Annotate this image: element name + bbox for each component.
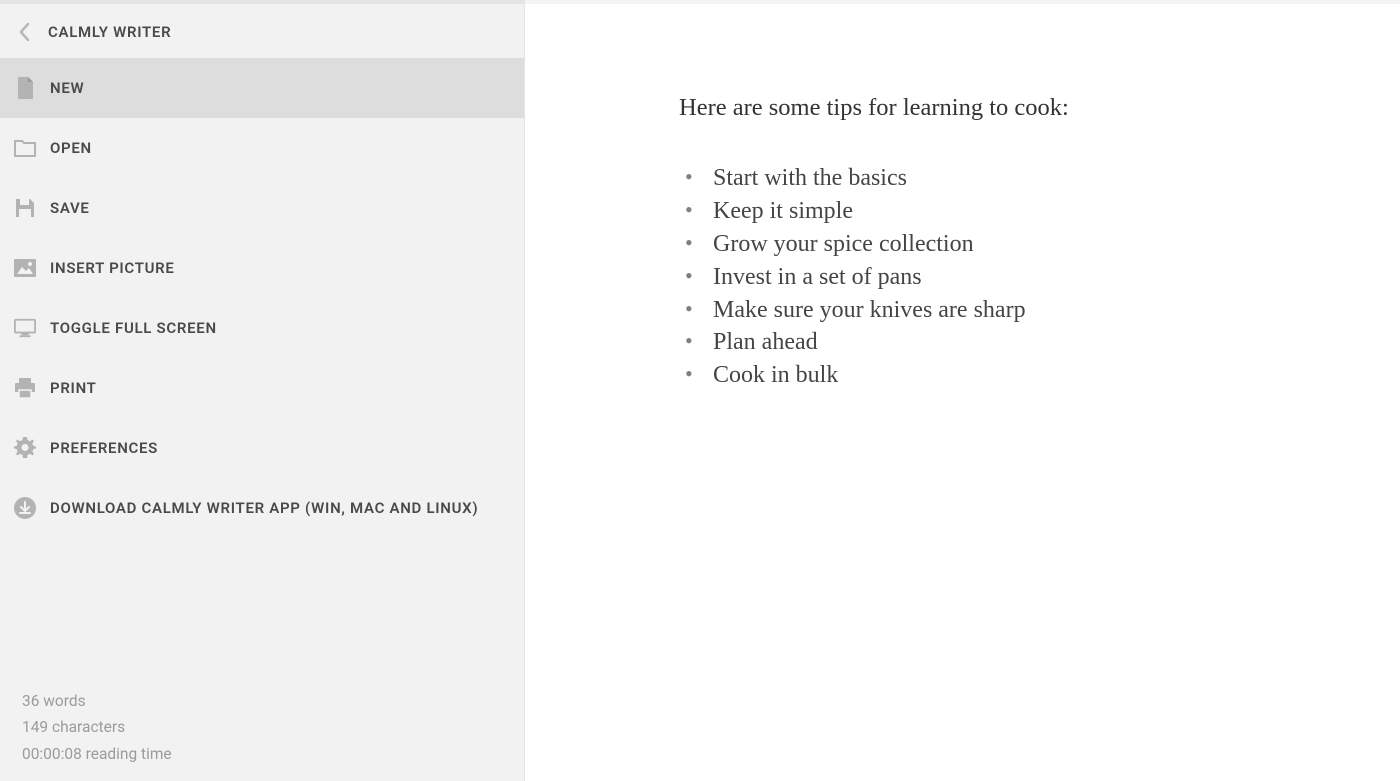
printer-icon <box>14 377 36 399</box>
menu-label: NEW <box>50 79 84 97</box>
folder-icon <box>14 137 36 159</box>
menu-label: PRINT <box>50 379 97 397</box>
menu-item-toggle-fullscreen[interactable]: TOGGLE FULL SCREEN <box>0 298 524 358</box>
document-list: Start with the basics Keep it simple Gro… <box>679 162 1340 392</box>
document-heading: Here are some tips for learning to cook: <box>679 94 1340 122</box>
content-area[interactable]: Here are some tips for learning to cook:… <box>525 0 1400 781</box>
list-item: Grow your spice collection <box>679 228 1340 261</box>
menu-label: SAVE <box>50 199 90 217</box>
stat-words: 36 words <box>22 688 502 714</box>
menu-item-new[interactable]: NEW <box>0 58 524 118</box>
list-item: Invest in a set of pans <box>679 261 1340 294</box>
menu-item-preferences[interactable]: PREFERENCES <box>0 418 524 478</box>
list-item: Start with the basics <box>679 162 1340 195</box>
menu-label: DOWNLOAD CALMLY WRITER APP (WIN, MAC AND… <box>50 499 478 517</box>
menu-item-print[interactable]: PRINT <box>0 358 524 418</box>
menu-item-download-app[interactable]: DOWNLOAD CALMLY WRITER APP (WIN, MAC AND… <box>0 478 524 538</box>
image-icon <box>14 257 36 279</box>
list-item: Make sure your knives are sharp <box>679 294 1340 327</box>
menu-label: TOGGLE FULL SCREEN <box>50 319 217 337</box>
file-icon <box>14 77 36 99</box>
stat-reading-time: 00:00:08 reading time <box>22 741 502 767</box>
list-item: Keep it simple <box>679 195 1340 228</box>
sidebar: CALMLY WRITER NEW OPEN <box>0 0 525 781</box>
gear-icon <box>14 437 36 459</box>
list-item: Plan ahead <box>679 326 1340 359</box>
save-icon <box>14 197 36 219</box>
menu-item-open[interactable]: OPEN <box>0 118 524 178</box>
sidebar-header: CALMLY WRITER <box>0 4 524 58</box>
download-icon <box>14 497 36 519</box>
menu-label: INSERT PICTURE <box>50 259 175 277</box>
list-item: Cook in bulk <box>679 359 1340 392</box>
menu-label: OPEN <box>50 139 92 157</box>
menu-item-save[interactable]: SAVE <box>0 178 524 238</box>
menu-label: PREFERENCES <box>50 439 158 457</box>
menu-list: NEW OPEN SAVE <box>0 58 524 676</box>
back-chevron-icon[interactable] <box>14 22 34 42</box>
stat-characters: 149 characters <box>22 714 502 740</box>
sidebar-stats: 36 words 149 characters 00:00:08 reading… <box>0 676 524 781</box>
app-title: CALMLY WRITER <box>48 23 171 41</box>
monitor-icon <box>14 317 36 339</box>
menu-item-insert-picture[interactable]: INSERT PICTURE <box>0 238 524 298</box>
